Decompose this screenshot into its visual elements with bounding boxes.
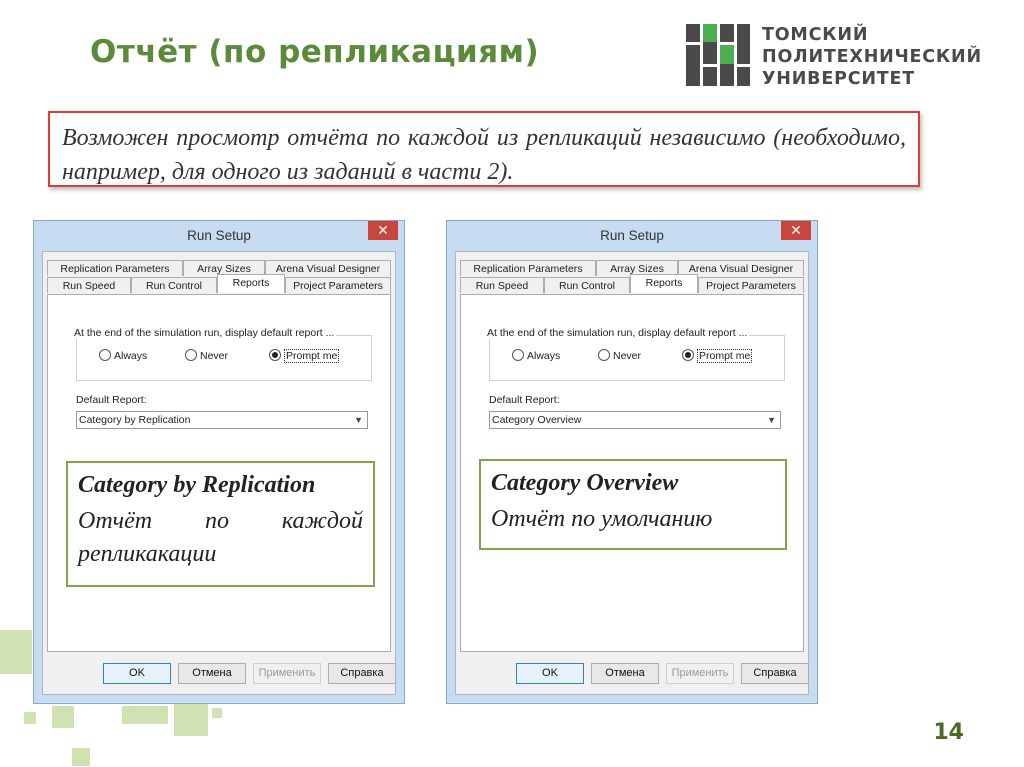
ok-button[interactable]: OK xyxy=(103,663,171,684)
radio-dot xyxy=(598,349,610,361)
dialog-title: Run Setup xyxy=(187,228,251,243)
tab-run-control[interactable]: Run Control xyxy=(131,277,217,293)
radio-label: Prompt me xyxy=(697,349,753,363)
radio-prompt-me[interactable]: Prompt me xyxy=(269,349,340,363)
callout-description: Отчёт по умолчанию xyxy=(491,506,713,532)
tab-run-control[interactable]: Run Control xyxy=(544,277,630,293)
deco-square xyxy=(24,712,36,724)
group-label: At the end of the simulation run, displa… xyxy=(485,327,750,339)
help-button[interactable]: Справка xyxy=(741,663,809,684)
display-report-group: At the end of the simulation run, displa… xyxy=(485,327,785,381)
cancel-button[interactable]: Отмена xyxy=(591,663,659,684)
deco-square xyxy=(0,630,32,674)
callout-category-overview: Category Overview Отчёт по умолчанию xyxy=(479,459,787,550)
default-report-label: Default Report: xyxy=(76,394,147,406)
radio-label: Always xyxy=(114,350,148,362)
logo-line-2: ПОЛИТЕХНИЧЕСКИЙ xyxy=(762,47,982,67)
radio-label: Never xyxy=(613,350,642,362)
dialog-title: Run Setup xyxy=(600,228,664,243)
radio-always[interactable]: Always xyxy=(512,349,560,362)
group-label: At the end of the simulation run, displa… xyxy=(72,327,337,339)
radio-label: Always xyxy=(527,350,561,362)
tab-project-parameters[interactable]: Project Parameters xyxy=(285,277,391,293)
callout-category-by-replication: Category by Replication Отчёт по каждой … xyxy=(66,461,375,587)
tab-reports[interactable]: Reports xyxy=(217,274,285,293)
display-report-group: At the end of the simulation run, displa… xyxy=(72,327,372,381)
tab-replication-parameters[interactable]: Replication Parameters xyxy=(460,260,596,276)
page-number: 14 xyxy=(933,720,964,745)
radio-dot xyxy=(185,349,197,361)
apply-button[interactable]: Применить xyxy=(253,663,321,684)
deco-square xyxy=(174,702,208,736)
callout-description: Отчёт по каждой репликакации xyxy=(78,508,363,567)
radio-dot xyxy=(512,349,524,361)
default-report-value: Category by Replication xyxy=(79,414,191,426)
deco-square xyxy=(72,748,90,766)
callout-title: Category by Replication xyxy=(78,472,316,498)
default-report-label: Default Report: xyxy=(489,394,560,406)
university-logo-mark xyxy=(686,24,750,86)
radio-label: Never xyxy=(200,350,229,362)
radio-dot xyxy=(99,349,111,361)
apply-button[interactable]: Применить xyxy=(666,663,734,684)
default-report-select[interactable]: Category by Replication ▼ xyxy=(76,411,368,429)
radio-prompt-me[interactable]: Prompt me xyxy=(682,349,753,363)
deco-square xyxy=(122,706,168,724)
tab-run-speed[interactable]: Run Speed xyxy=(47,277,131,293)
note-box: Возможен просмотр отчёта по каждой из ре… xyxy=(48,111,920,187)
close-icon[interactable]: ✕ xyxy=(368,221,398,240)
university-logo: ТОМСКИЙ ПОЛИТЕХНИЧЕСКИЙ УНИВЕРСИТЕТ xyxy=(686,24,981,92)
deco-square xyxy=(52,706,74,728)
chevron-down-icon[interactable]: ▼ xyxy=(767,412,776,429)
radio-always[interactable]: Always xyxy=(99,349,147,362)
deco-square xyxy=(212,708,222,718)
default-report-select[interactable]: Category Overview ▼ xyxy=(489,411,781,429)
chevron-down-icon[interactable]: ▼ xyxy=(354,412,363,429)
close-icon[interactable]: ✕ xyxy=(781,221,811,240)
cancel-button[interactable]: Отмена xyxy=(178,663,246,684)
help-button[interactable]: Справка xyxy=(328,663,396,684)
radio-never[interactable]: Never xyxy=(598,349,641,362)
callout-title: Category Overview xyxy=(491,470,679,496)
logo-line-1: ТОМСКИЙ xyxy=(762,25,869,45)
ok-button[interactable]: OK xyxy=(516,663,584,684)
default-report-value: Category Overview xyxy=(492,414,582,426)
tab-reports[interactable]: Reports xyxy=(630,274,698,293)
note-text: Возможен просмотр отчёта по каждой из ре… xyxy=(62,125,906,185)
logo-line-3: УНИВЕРСИТЕТ xyxy=(762,69,916,89)
slide-title: Отчёт (по репликациям) xyxy=(90,34,540,70)
radio-never[interactable]: Never xyxy=(185,349,228,362)
radio-dot-selected xyxy=(682,349,694,361)
radio-dot-selected xyxy=(269,349,281,361)
tab-run-speed[interactable]: Run Speed xyxy=(460,277,544,293)
radio-label: Prompt me xyxy=(284,349,340,363)
tab-project-parameters[interactable]: Project Parameters xyxy=(698,277,804,293)
tab-replication-parameters[interactable]: Replication Parameters xyxy=(47,260,183,276)
